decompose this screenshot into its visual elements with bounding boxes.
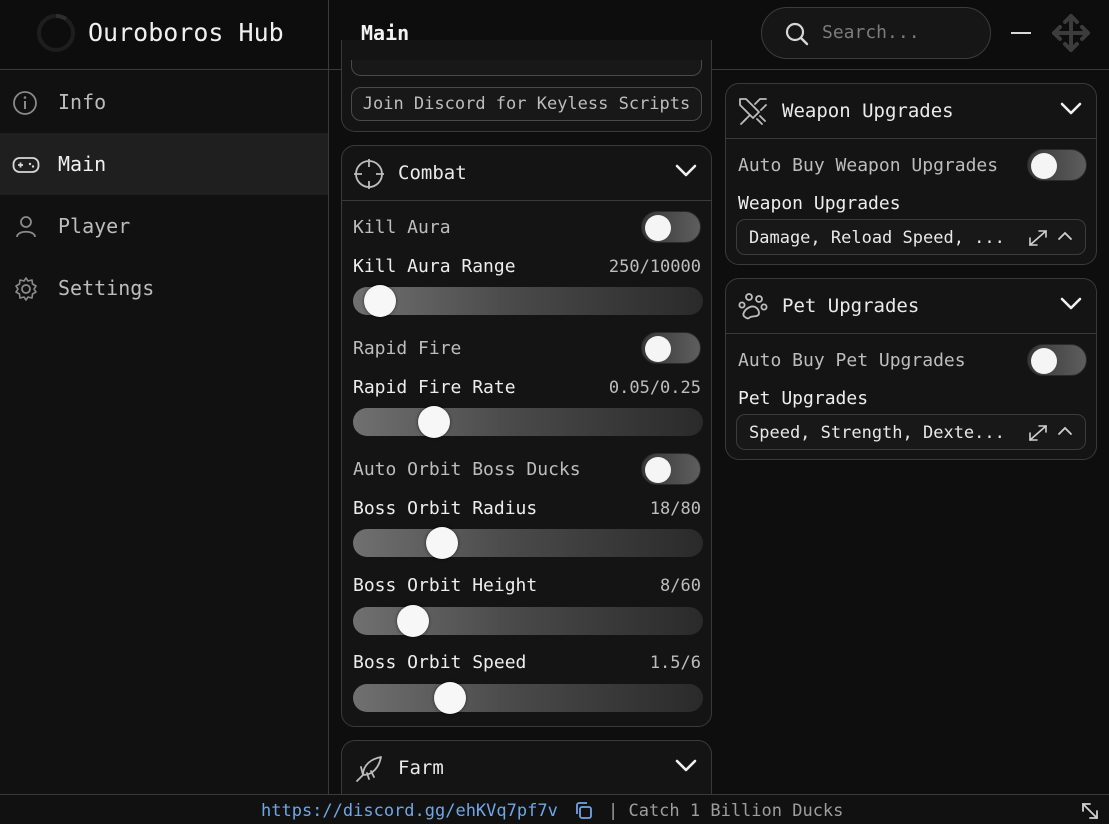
search-input[interactable]: Search...: [822, 22, 920, 43]
rapid-fire-rate-slider[interactable]: [353, 406, 703, 438]
toggle-knob: [1031, 153, 1057, 179]
logo-icon: [37, 14, 75, 52]
kill-aura-label: Kill Aura: [353, 217, 451, 238]
weapon-upgrades-select-label: Weapon Upgrades: [738, 193, 901, 214]
rapid-fire-toggle[interactable]: [641, 332, 701, 364]
gear-icon: [15, 277, 37, 301]
crosshair-icon: [354, 159, 384, 189]
auto-buy-pet-toggle[interactable]: [1027, 344, 1087, 376]
boss-orbit-radius-value: 18/80: [649, 499, 701, 519]
user-icon: [16, 216, 36, 238]
sidebar: Info Main Player Settings: [0, 71, 328, 794]
slider-thumb[interactable]: [418, 406, 451, 438]
join-discord-button[interactable]: Join Discord for Keyless Scripts: [351, 87, 702, 121]
hidden-button-edge: [351, 60, 702, 76]
toggle-knob: [645, 457, 671, 483]
slider-thumb[interactable]: [397, 605, 430, 637]
sidebar-item-label: Info: [58, 90, 107, 114]
pet-upgrades-header[interactable]: Pet Upgrades: [726, 279, 1096, 334]
move-icon[interactable]: [1050, 12, 1092, 54]
copy-icon[interactable]: [574, 802, 594, 820]
info-icon: [13, 91, 37, 115]
pet-upgrades-panel: Pet Upgrades Auto Buy Pet Upgrades Pet U…: [725, 278, 1097, 460]
kill-aura-range-value: 250/10000: [608, 257, 701, 277]
sidebar-item-label: Player: [58, 214, 131, 238]
auto-buy-weapon-toggle[interactable]: [1027, 149, 1087, 181]
resize-icon[interactable]: [1080, 801, 1100, 821]
dropdown-value: Damage, Reload Speed, ...: [749, 228, 1005, 248]
pet-upgrades-select-label: Pet Upgrades: [738, 388, 869, 409]
search-box[interactable]: Search...: [761, 7, 991, 59]
sidebar-item-label: Settings: [58, 276, 155, 300]
farm-title: Farm: [398, 757, 444, 779]
boss-orbit-speed-slider[interactable]: [353, 682, 703, 714]
sidebar-item-settings[interactable]: Settings: [0, 257, 328, 319]
minimize-button[interactable]: [1011, 32, 1031, 34]
toggle-knob: [645, 215, 671, 241]
sidebar-item-info[interactable]: Info: [0, 71, 328, 133]
column-divider: [328, 0, 329, 794]
kill-aura-toggle[interactable]: [641, 211, 701, 243]
app-title: Ouroboros Hub: [88, 18, 284, 47]
expand-icon[interactable]: [1027, 228, 1049, 248]
search-icon: [785, 22, 809, 46]
slider-thumb[interactable]: [426, 527, 459, 559]
weapon-upgrades-header[interactable]: Weapon Upgrades: [726, 84, 1096, 139]
chevron-down-icon[interactable]: [675, 164, 697, 178]
rapid-fire-rate-value: 0.05/0.25: [608, 378, 701, 398]
kill-aura-range-slider[interactable]: [353, 285, 703, 317]
pet-upgrades-dropdown[interactable]: Speed, Strength, Dexte...: [736, 414, 1086, 450]
gamepad-icon: [12, 157, 40, 173]
boss-orbit-radius-label: Boss Orbit Radius: [353, 498, 538, 519]
farm-header[interactable]: Farm: [342, 741, 711, 796]
boss-orbit-height-value: 8/60: [660, 576, 701, 596]
boss-orbit-radius-slider[interactable]: [353, 527, 703, 559]
boss-orbit-speed-label: Boss Orbit Speed: [353, 652, 527, 673]
combat-panel: Combat Kill Aura Kill Aura Range 250/100…: [341, 145, 712, 727]
bird-icon: [356, 756, 382, 782]
chevron-down-icon[interactable]: [675, 759, 697, 773]
boss-orbit-speed-value: 1.5/6: [649, 653, 701, 673]
paw-icon: [738, 293, 768, 320]
combat-title: Combat: [398, 162, 467, 184]
kill-aura-range-label: Kill Aura Range: [353, 256, 516, 277]
auto-buy-pet-label: Auto Buy Pet Upgrades: [738, 350, 966, 371]
slider-thumb[interactable]: [434, 682, 466, 714]
chevron-up-icon[interactable]: [1057, 231, 1073, 241]
rapid-fire-rate-label: Rapid Fire Rate: [353, 377, 516, 398]
pet-upgrades-title: Pet Upgrades: [782, 295, 920, 317]
auto-orbit-toggle[interactable]: [641, 453, 701, 485]
expand-icon[interactable]: [1027, 423, 1049, 443]
boss-orbit-height-slider[interactable]: [353, 605, 703, 637]
footer-tagline: | Catch 1 Billion Ducks: [608, 801, 844, 821]
swords-icon: [739, 98, 767, 125]
weapon-upgrades-panel: Weapon Upgrades Auto Buy Weapon Upgrades…: [725, 83, 1097, 265]
sidebar-item-player[interactable]: Player: [0, 195, 328, 257]
sidebar-item-main[interactable]: Main: [0, 133, 328, 195]
footer-bar: https://discord.gg/ehKVq7pf7v | Catch 1 …: [0, 794, 1109, 824]
rapid-fire-label: Rapid Fire: [353, 338, 462, 359]
boss-orbit-height-label: Boss Orbit Height: [353, 575, 538, 596]
auto-buy-weapon-label: Auto Buy Weapon Upgrades: [738, 155, 999, 176]
dropdown-value: Speed, Strength, Dexte...: [749, 423, 1005, 443]
auto-orbit-label: Auto Orbit Boss Ducks: [353, 459, 581, 480]
toggle-knob: [645, 336, 671, 362]
chevron-down-icon[interactable]: [1060, 102, 1082, 116]
weapon-upgrades-dropdown[interactable]: Damage, Reload Speed, ...: [736, 219, 1086, 255]
sidebar-item-label: Main: [58, 152, 107, 176]
discord-link[interactable]: https://discord.gg/ehKVq7pf7v: [261, 801, 558, 821]
slider-thumb[interactable]: [363, 285, 396, 317]
toggle-knob: [1031, 348, 1057, 374]
chevron-down-icon[interactable]: [1060, 297, 1082, 311]
weapon-upgrades-title: Weapon Upgrades: [782, 100, 954, 122]
combat-header[interactable]: Combat: [342, 146, 711, 201]
chevron-up-icon[interactable]: [1057, 426, 1073, 436]
